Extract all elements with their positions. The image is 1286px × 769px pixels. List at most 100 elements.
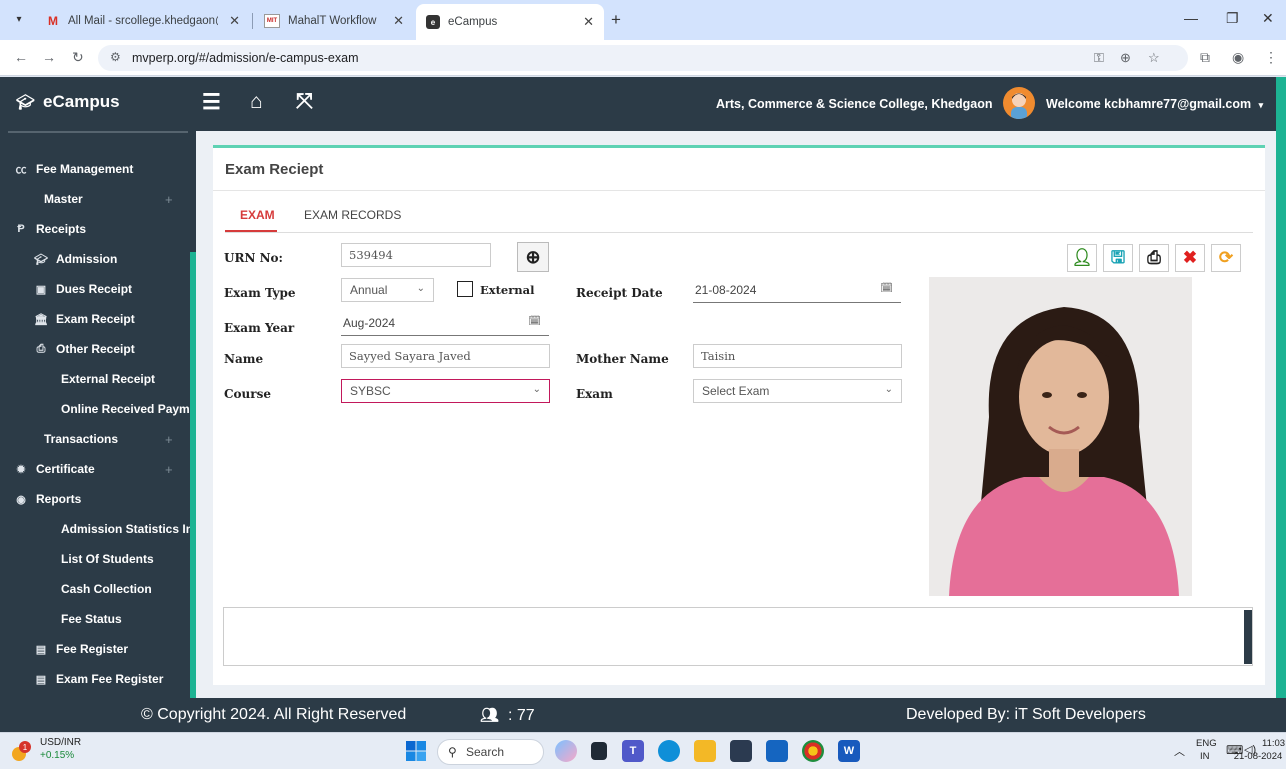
edge-icon[interactable]	[658, 740, 680, 762]
task-view-icon[interactable]	[591, 742, 607, 760]
sidebar-item-master[interactable]: Master +	[0, 188, 190, 210]
ticker-name[interactable]: USD/INR	[40, 737, 81, 748]
sidebar-item-reports[interactable]: ◉ Reports	[0, 488, 190, 510]
footer-edge	[1276, 698, 1286, 732]
taskbar-search-input[interactable]: ⚲ Search	[437, 739, 544, 765]
refresh-button[interactable]: ⟳	[1211, 244, 1241, 272]
browser-tab-mahait[interactable]: MIT MahalT Workflow ✕	[254, 6, 414, 36]
chevron-up-icon[interactable]: ︿	[1174, 743, 1185, 759]
calendar-icon[interactable]: 🗓︎	[880, 283, 893, 294]
save-button[interactable]: 🖫	[1103, 244, 1133, 272]
sidebar-item-exam-fee-register[interactable]: ▤ Exam Fee Register	[0, 668, 190, 690]
remarks-textarea[interactable]	[223, 607, 1253, 666]
brand[interactable]: 🎓︎ eCampus	[16, 92, 120, 112]
sidebar-item-certificate[interactable]: ✹ Certificate +	[0, 458, 190, 480]
reload-icon[interactable]: ↻	[72, 49, 84, 66]
receipt-date-input[interactable]: 21-08-2024 🗓︎	[693, 279, 901, 303]
sidebar-item-fee-status[interactable]: Fee Status	[0, 608, 190, 630]
exam-type-select[interactable]: Annual ⌄	[341, 278, 434, 302]
teams-icon[interactable]: T	[622, 740, 644, 762]
url-text[interactable]: mvperp.org/#/admission/e-campus-exam	[132, 51, 358, 65]
sidebar-item-exam-receipt[interactable]: 🏛︎ Exam Receipt	[0, 308, 190, 330]
mail-icon[interactable]	[766, 740, 788, 762]
sidebar-item-dues-receipt[interactable]: ▣ Dues Receipt	[0, 278, 190, 300]
graduation-cap-icon: 🎓︎	[16, 94, 36, 111]
welcome-user[interactable]: Welcome kcbhamre77@gmail.com ▾	[1046, 97, 1263, 111]
sidebar-item-admission[interactable]: 🎓︎ Admission	[0, 248, 190, 270]
close-icon[interactable]: ✕	[393, 13, 404, 29]
browser-tab-strip: ▾ M All Mail - srcollege.khedgaon@ ✕ MIT…	[0, 0, 1286, 40]
sidebar-item-transactions[interactable]: Transactions +	[0, 428, 190, 450]
clock-date[interactable]: 21-08-2024	[1230, 751, 1286, 762]
sidebar-item-fee-register[interactable]: ▤ Fee Register	[0, 638, 190, 660]
name-input[interactable]: Sayyed Sayara Javed	[341, 344, 550, 368]
extensions-icon[interactable]: ⧉	[1200, 49, 1210, 66]
textarea-scrollbar[interactable]	[1244, 610, 1252, 664]
sidebar-item-list-of-students[interactable]: List Of Students	[0, 548, 190, 570]
currency-widget-icon[interactable]: 1	[10, 740, 32, 762]
forward-arrow-icon[interactable]: →	[42, 49, 56, 65]
minimize-icon[interactable]: —	[1184, 10, 1198, 26]
menu-dots-icon[interactable]: ⋮	[1264, 49, 1278, 66]
chevron-down-icon: ⌄	[884, 384, 893, 395]
urn-input[interactable]: 539494	[341, 243, 491, 267]
language-bottom[interactable]: IN	[1200, 751, 1210, 762]
windows-start-icon[interactable]	[405, 740, 427, 762]
profile-icon[interactable]: ◉	[1232, 49, 1244, 66]
zoom-icon[interactable]: ⊕	[1120, 50, 1131, 66]
fullscreen-icon[interactable]: ⤧	[296, 90, 313, 114]
file-explorer-icon[interactable]	[694, 740, 716, 762]
exam-receipt-panel: Exam Reciept EXAM EXAM RECORDS URN No: 5…	[213, 145, 1265, 685]
sidebar-item-other-receipt[interactable]: ⎙ Other Receipt	[0, 338, 190, 360]
search-urn-button[interactable]: ⊕	[517, 242, 549, 272]
browser-tab-gmail[interactable]: M All Mail - srcollege.khedgaon@ ✕	[36, 6, 250, 36]
exam-year-input[interactable]: Aug-2024 🗓︎	[341, 312, 549, 336]
clock-time[interactable]: 11:03	[1262, 738, 1285, 749]
sidebar-item-fee-management[interactable]: ㏄ Fee Management	[0, 158, 190, 180]
expand-plus-icon[interactable]: +	[165, 432, 173, 447]
back-arrow-icon[interactable]: ←	[14, 49, 28, 65]
restore-icon[interactable]: ❐	[1226, 10, 1239, 27]
hamburger-menu-icon[interactable]: ☰	[202, 90, 221, 115]
name-label: Name	[224, 352, 264, 366]
url-bar[interactable]: ⚙ mvperp.org/#/admission/e-campus-exam ⚿…	[98, 45, 1188, 71]
home-icon[interactable]: ⌂	[250, 90, 263, 114]
copilot-icon[interactable]	[555, 740, 577, 762]
sidebar-item-external-receipt[interactable]: External Receipt	[0, 368, 190, 390]
close-icon[interactable]: ✕	[229, 13, 240, 29]
sidebar-item-receipts[interactable]: Ᵽ Receipts	[0, 218, 190, 240]
bookmark-star-icon[interactable]: ☆	[1148, 50, 1160, 66]
exam-select[interactable]: Select Exam ⌄	[693, 379, 902, 403]
cancel-button[interactable]: ✖	[1175, 244, 1205, 272]
external-checkbox[interactable]	[457, 281, 473, 297]
mother-name-input[interactable]: Taisin	[693, 344, 902, 368]
key-icon[interactable]: ⚿	[1094, 50, 1104, 66]
site-settings-icon[interactable]: ⚙	[110, 50, 121, 64]
page-scrollbar[interactable]	[1276, 77, 1286, 722]
sidebar-item-admission-statistics-info[interactable]: Admission Statistics Info	[0, 518, 204, 540]
expand-plus-icon[interactable]: +	[165, 192, 173, 207]
language-top[interactable]: ENG	[1196, 738, 1217, 749]
sidebar-item-online-received-payment[interactable]: Online Received Payment	[0, 398, 208, 420]
sidebar-item-cash-collection[interactable]: Cash Collection	[0, 578, 190, 600]
page-title: Exam Reciept	[225, 161, 324, 178]
chrome-icon[interactable]	[802, 740, 824, 762]
save-icon: 🖫	[1110, 248, 1126, 267]
tab-exam[interactable]: EXAM	[240, 208, 275, 222]
calendar-icon[interactable]: 🗓︎	[528, 316, 541, 327]
browser-tab-ecampus[interactable]: e eCampus ✕	[416, 4, 604, 40]
word-icon[interactable]: W	[838, 740, 860, 762]
new-tab-plus-icon[interactable]: +	[611, 10, 621, 30]
tab-exam-records[interactable]: EXAM RECORDS	[304, 208, 401, 222]
add-user-button[interactable]: 👤︎	[1067, 244, 1097, 272]
tab-search-chevron-icon[interactable]: ▾	[10, 11, 28, 29]
close-icon[interactable]: ✕	[583, 14, 594, 30]
money-icon: ▣	[35, 283, 47, 296]
window-close-icon[interactable]: ✕	[1262, 10, 1274, 27]
avatar[interactable]	[1003, 87, 1035, 119]
store-icon[interactable]	[730, 740, 752, 762]
print-button[interactable]: ⎙	[1139, 244, 1169, 272]
expand-plus-icon[interactable]: +	[165, 462, 173, 477]
course-select[interactable]: SYBSC ⌄	[341, 379, 550, 403]
sidebar: ㏄ Fee Management Master + Ᵽ Receipts 🎓︎ Admissi…	[0, 131, 208, 698]
